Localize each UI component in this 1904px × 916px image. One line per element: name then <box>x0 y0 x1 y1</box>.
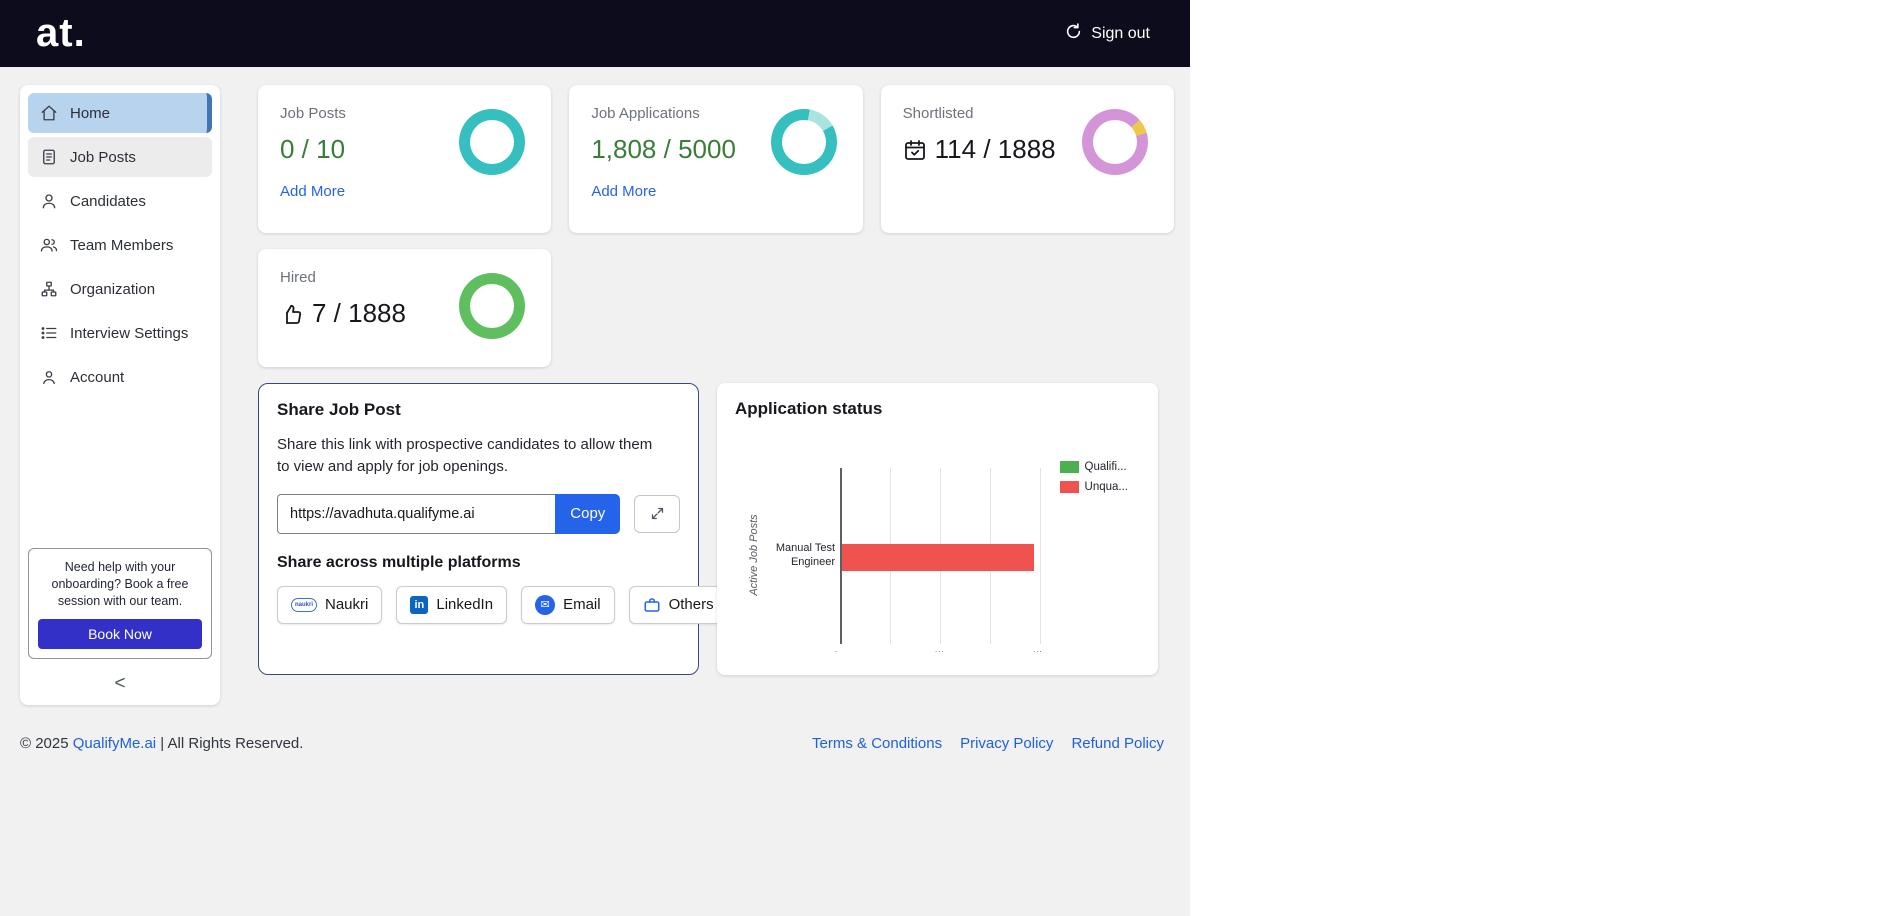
linkedin-icon: in <box>410 595 429 614</box>
brand-link[interactable]: QualifyMe.ai <box>73 735 156 752</box>
donut-chart-hired <box>459 273 526 339</box>
sidebar-item-label: Candidates <box>70 192 146 210</box>
footer-links: Terms & Conditions Privacy Policy Refund… <box>812 735 1164 752</box>
user-icon <box>42 194 56 209</box>
stat-card-job-posts: Job Posts 0 / 10 Add More <box>258 85 552 233</box>
chart-legend: Qualifi... Unqua... <box>1059 461 1128 493</box>
sidebar-item-label: Organization <box>70 280 156 298</box>
x-tick-label: ... <box>1033 645 1043 654</box>
share-job-post-card: Share Job Post Share this link with pros… <box>258 383 728 675</box>
chart-category-label: Manual Test Engineer <box>775 542 835 569</box>
share-description: Share this link with prospective candida… <box>277 436 653 475</box>
privacy-link[interactable]: Privacy Policy <box>960 735 1053 752</box>
sidebar-item-label: Job Posts <box>70 148 136 166</box>
sidebar-item-interview-settings[interactable]: Interview Settings <box>28 313 212 353</box>
onboarding-help-box: Need help with your onboarding? Book a f… <box>28 548 212 659</box>
application-status-card: Application status Active Job Posts Manu… <box>717 383 1158 675</box>
app-window: at. Sign out Home Job Posts Candidates T… <box>0 0 1190 916</box>
home-icon <box>41 105 57 121</box>
x-tick-label: . <box>835 645 839 654</box>
sidebar-item-team-members[interactable]: Team Members <box>28 225 212 265</box>
terms-link[interactable]: Terms & Conditions <box>812 735 942 752</box>
donut-chart-job-posts <box>459 109 526 175</box>
status-card-title: Application status <box>735 399 883 418</box>
stat-card-shortlisted: Shortlisted 114 / 1888 <box>880 85 1174 233</box>
book-now-button[interactable]: Book Now <box>38 619 202 649</box>
donut-chart-job-applications <box>770 109 837 175</box>
share-url-input[interactable] <box>277 493 556 534</box>
briefcase-icon <box>644 597 660 612</box>
top-bar: at. Sign out <box>0 0 1190 67</box>
sidebar: Home Job Posts Candidates Team Members O… <box>20 85 220 705</box>
list-icon <box>41 327 57 339</box>
legend-swatch-unqualified <box>1059 481 1079 493</box>
share-linkedin-button[interactable]: in LinkedIn <box>396 585 508 624</box>
sign-out-label: Sign out <box>1091 24 1150 42</box>
expand-icon <box>651 507 663 520</box>
email-icon: ✉ <box>535 594 556 615</box>
naukri-icon: naukri <box>291 597 317 612</box>
status-bar-unqualified <box>842 544 1034 571</box>
account-icon <box>43 371 55 385</box>
copy-button[interactable]: Copy <box>555 493 621 534</box>
share-link-row: Copy <box>277 493 680 534</box>
share-card-title: Share Job Post <box>277 400 401 419</box>
help-box-text: Need help with your onboarding? Book a f… <box>51 560 189 609</box>
stat-card-hired: Hired 7 / 1888 <box>258 249 552 367</box>
copyright: © 2025 QualifyMe.ai | All Rights Reserve… <box>20 735 304 752</box>
sidebar-item-organization[interactable]: Organization <box>28 269 212 309</box>
legend-item-unqualified: Unqua... <box>1059 481 1128 493</box>
sidebar-item-home[interactable]: Home <box>28 93 212 133</box>
sidebar-item-job-posts[interactable]: Job Posts <box>28 137 212 177</box>
refund-link[interactable]: Refund Policy <box>1071 735 1164 752</box>
main-area: Home Job Posts Candidates Team Members O… <box>0 67 1190 705</box>
share-others-button[interactable]: Others <box>628 585 728 624</box>
legend-swatch-qualified <box>1059 461 1079 473</box>
thumbs-up-icon <box>286 304 302 324</box>
sidebar-item-candidates[interactable]: Candidates <box>28 181 212 221</box>
sidebar-collapse-button[interactable]: < <box>28 673 212 695</box>
application-status-chart: Active Job Posts Manual Test Engineer Qu… <box>735 425 1140 665</box>
chart-gridline <box>1040 468 1041 644</box>
stat-card-job-applications: Job Applications 1,808 / 5000 Add More <box>569 85 863 233</box>
sidebar-item-account[interactable]: Account <box>28 357 212 397</box>
content: Job Posts 0 / 10 Add More Job Applicatio… <box>258 85 1174 705</box>
expand-button[interactable] <box>634 494 680 533</box>
bottom-row: Share Job Post Share this link with pros… <box>258 383 1174 675</box>
chart-y-axis-label: Active Job Posts <box>748 514 760 596</box>
users-icon <box>40 238 58 252</box>
logo[interactable]: at. <box>36 11 86 56</box>
footer: © 2025 QualifyMe.ai | All Rights Reserve… <box>0 735 1190 752</box>
x-tick-label: ... <box>935 645 945 654</box>
share-email-button[interactable]: ✉ Email <box>521 585 615 624</box>
document-icon <box>43 149 55 165</box>
logout-icon <box>1064 22 1083 46</box>
sidebar-nav: Home Job Posts Candidates Team Members O… <box>28 93 212 401</box>
donut-chart-shortlisted <box>1082 109 1148 175</box>
sidebar-item-label: Home <box>70 104 111 122</box>
stats-row-2: Hired 7 / 1888 <box>258 249 1174 367</box>
sidebar-item-label: Team Members <box>70 236 174 254</box>
sidebar-item-label: Account <box>70 368 125 386</box>
stats-row-1: Job Posts 0 / 10 Add More Job Applicatio… <box>258 85 1174 233</box>
platforms-title: Share across multiple platforms <box>277 553 521 571</box>
sign-out-button[interactable]: Sign out <box>1064 22 1150 46</box>
legend-item-qualified: Qualifi... <box>1059 461 1128 473</box>
share-naukri-button[interactable]: naukri Naukri <box>277 585 383 624</box>
add-more-link[interactable]: Add More <box>280 183 345 200</box>
platform-row: naukri Naukri in LinkedIn ✉ Email Others <box>277 585 728 624</box>
sidebar-item-label: Interview Settings <box>70 324 189 342</box>
org-chart-icon <box>41 281 57 297</box>
calendar-check-icon <box>904 139 925 160</box>
add-more-link[interactable]: Add More <box>591 183 656 200</box>
